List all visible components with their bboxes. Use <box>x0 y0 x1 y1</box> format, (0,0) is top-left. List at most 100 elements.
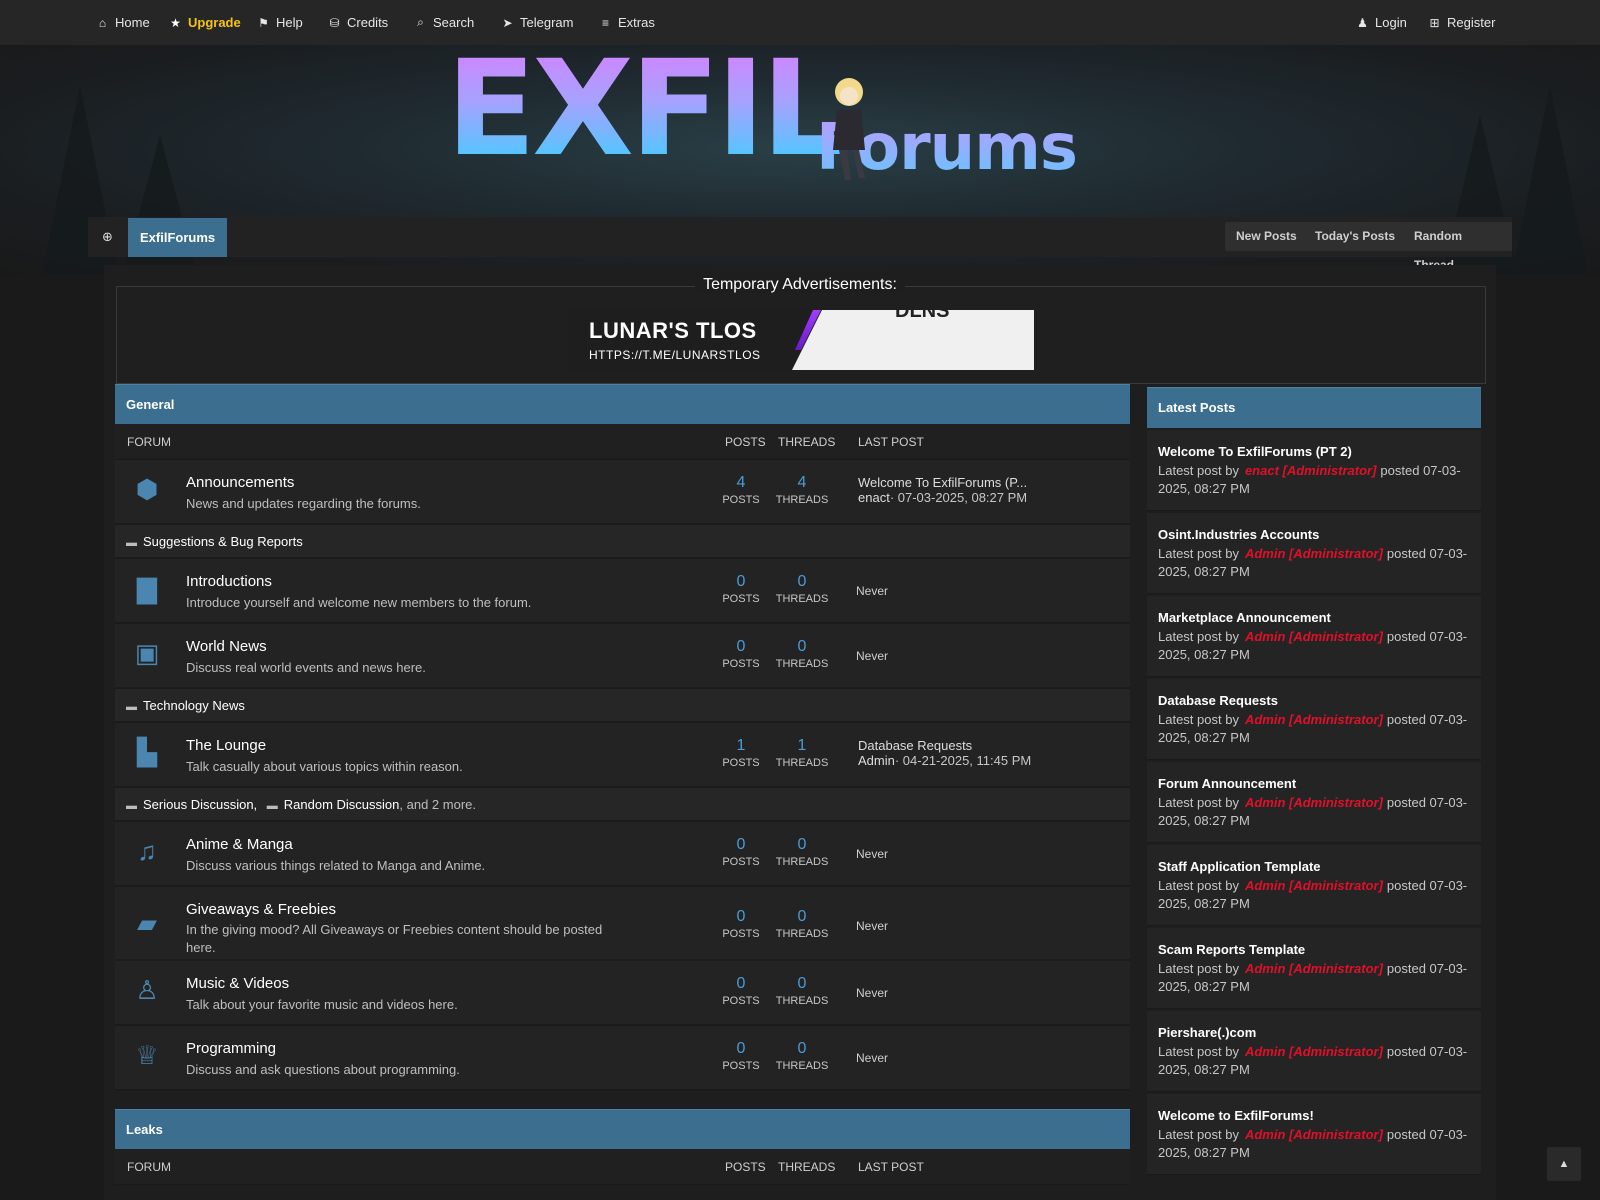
folder-icon: ▬ <box>126 800 137 812</box>
subforum-link[interactable]: Random Discussion <box>284 797 400 812</box>
latest-post-author[interactable]: Admin [Administrator] <box>1245 629 1383 644</box>
subforum-link[interactable]: Technology News <box>143 698 245 713</box>
forum-title[interactable]: Programming <box>186 1040 276 1057</box>
random-thread-button[interactable]: Random Thread <box>1403 222 1512 272</box>
latest-post-author[interactable]: Admin [Administrator] <box>1245 546 1383 561</box>
folder-icon: ▬ <box>126 701 137 713</box>
latest-post-author[interactable]: Admin [Administrator] <box>1245 1044 1383 1059</box>
latest-post-item: Osint.Industries Accounts Latest post by A… <box>1147 513 1481 594</box>
subforum-link[interactable]: Serious Discussion <box>143 797 254 812</box>
music-icon: ♫ <box>137 836 157 866</box>
last-post-link[interactable]: Welcome To ExfilForums (P... <box>858 475 1027 490</box>
threads-count[interactable]: 4 <box>772 474 832 492</box>
globe-icon[interactable]: ⊕ <box>102 229 113 245</box>
latest-posts-list: Welcome To ExfilForums (PT 2) Latest post… <box>1147 430 1481 1175</box>
latest-post-author[interactable]: Admin [Administrator] <box>1245 961 1383 976</box>
latest-post-title[interactable]: Scam Reports Template <box>1158 942 1305 957</box>
latest-post-title[interactable]: Staff Application Template <box>1158 859 1321 874</box>
forum-title[interactable]: Anime & Manga <box>186 836 293 853</box>
category-leaks[interactable]: Leaks <box>115 1109 1130 1149</box>
breadcrumb-home[interactable]: ExfilForums <box>128 218 228 257</box>
nav-upgrade[interactable]: ★ Upgrade <box>169 15 241 30</box>
latest-post-author[interactable]: enact [Administrator] <box>1245 463 1376 478</box>
nav-home[interactable]: ⌂ Home <box>96 15 150 30</box>
home-icon: ⌂ <box>98 15 107 30</box>
nav-extras[interactable]: ≡ Extras <box>599 15 655 30</box>
menu-icon: ≡ <box>601 15 609 30</box>
subforum-row: ▬ Suggestions & Bug Reports <box>115 525 1130 559</box>
last-post-user[interactable]: enact <box>858 490 890 505</box>
latest-post-title[interactable]: Database Requests <box>1158 693 1278 708</box>
latest-post-title[interactable]: Marketplace Announcement <box>1158 610 1331 625</box>
latest-post-item: Database Requests Latest post by Admin [Ad… <box>1147 679 1481 760</box>
breadcrumb-bar: ⊕ ExfilForums New Posts Today's Posts Ra… <box>88 217 1512 272</box>
couch-icon: ▙ <box>137 737 157 767</box>
posts-count[interactable]: 4 <box>711 474 771 492</box>
forum-title[interactable]: Music & Videos <box>186 975 289 992</box>
tree-silhouette <box>1510 85 1590 275</box>
category-general[interactable]: General <box>115 384 1130 424</box>
trophy-icon: ♕ <box>135 1040 159 1070</box>
latest-posts-header: Latest Posts <box>1147 387 1481 428</box>
nav-help[interactable]: ⚑ Help <box>257 15 303 30</box>
ads-title: Temporary Advertisements: <box>0 276 1600 294</box>
latest-post-author[interactable]: Admin [Administrator] <box>1245 878 1383 893</box>
forum-title[interactable]: Announcements <box>186 474 294 491</box>
nav-telegram[interactable]: ➤ Telegram <box>501 15 573 30</box>
latest-post-author[interactable]: Admin [Administrator] <box>1245 795 1383 810</box>
latest-post-author[interactable]: Admin [Administrator] <box>1245 712 1383 727</box>
forum-row-world-news: ▣ World News Discuss real world events a… <box>115 624 1130 689</box>
forum-list: General FORUM POSTS THREADS LAST POST ⬢ … <box>115 384 1130 1185</box>
forum-row-announcements: ⬢ Announcements News and updates regardi… <box>115 460 1130 525</box>
latest-posts-sidebar: Latest Posts Welcome To ExfilForums (PT … <box>1147 387 1481 1175</box>
table-header: FORUM POSTS THREADS LAST POST <box>115 424 1130 460</box>
forum-row-programming: ♕ Programming Discuss and ask questions … <box>115 1026 1130 1091</box>
scroll-top-button[interactable]: ▲ <box>1547 1147 1581 1181</box>
nav-register[interactable]: ⊞ Register <box>1428 15 1495 30</box>
subforum-link[interactable]: Suggestions & Bug Reports <box>143 534 303 549</box>
latest-post-title[interactable]: Welcome to ExfilForums! <box>1158 1108 1314 1123</box>
todays-posts-button[interactable]: Today's Posts <box>1304 222 1406 251</box>
latest-post-author[interactable]: Admin [Administrator] <box>1245 1127 1383 1142</box>
last-post-link[interactable]: Database Requests <box>858 738 972 753</box>
new-posts-button[interactable]: New Posts <box>1225 222 1308 251</box>
forum-title[interactable]: World News <box>186 638 267 655</box>
threads-count[interactable]: 1 <box>772 737 832 755</box>
plus-square-icon: ⊞ <box>1429 15 1440 30</box>
chevron-up-icon: ▲ <box>1558 1158 1570 1170</box>
telegram-icon: ➤ <box>502 15 513 30</box>
posts-count[interactable]: 1 <box>711 737 771 755</box>
latest-post-title[interactable]: Piershare(.)com <box>1158 1025 1256 1040</box>
site-logo[interactable]: EXFIL Forums <box>446 34 1166 190</box>
subforum-row: ▬ Technology News <box>115 689 1130 723</box>
nav-credits[interactable]: ⛁ Credits <box>328 15 388 30</box>
latest-post-item: Welcome To ExfilForums (PT 2) Latest post… <box>1147 430 1481 511</box>
forum-title[interactable]: Giveaways & Freebies <box>186 901 336 918</box>
last-post-user[interactable]: Admin <box>858 753 895 768</box>
forum-title[interactable]: Introductions <box>186 573 272 590</box>
nav-login[interactable]: ♟ Login <box>1356 15 1407 30</box>
forum-row-lounge: ▙ The Lounge Talk casually about various… <box>115 723 1130 788</box>
forum-row-giveaways: ▰ Giveaways & Freebies In the giving moo… <box>115 887 1130 961</box>
latest-post-item: Staff Application Template Latest post by… <box>1147 845 1481 926</box>
mascot-illustration <box>833 78 865 180</box>
latest-post-item: Piershare(.)com Latest post by Admin [Admi… <box>1147 1011 1481 1092</box>
forum-row-introductions: ▇ Introductions Introduce yourself and w… <box>115 559 1130 624</box>
forum-title[interactable]: The Lounge <box>186 737 266 754</box>
coins-icon: ⛁ <box>329 15 340 30</box>
gamepad-icon: ▰ <box>137 908 157 938</box>
nav-search[interactable]: ⌕ Search <box>414 15 474 30</box>
latest-post-title[interactable]: Osint.Industries Accounts <box>1158 527 1319 542</box>
last-post: Welcome To ExfilForums (P... enact· 07-0… <box>858 475 1028 505</box>
ad-banner[interactable]: LUNAR'S TLOS HTTPS://T.ME/LUNARSTLOS DLN… <box>567 310 1034 370</box>
forum-row-music: ♙ Music & Videos Talk about your favorit… <box>115 961 1130 1026</box>
latest-post-item: Welcome to ExfilForums! Latest post by Adm… <box>1147 1094 1481 1175</box>
latest-post-item: Forum Announcement Latest post by Admin [A… <box>1147 762 1481 843</box>
person-icon: ♙ <box>135 975 159 1005</box>
latest-post-title[interactable]: Forum Announcement <box>1158 776 1296 791</box>
table-header: FORUM POSTS THREADS LAST POST <box>115 1149 1130 1185</box>
cube-icon: ⬢ <box>135 474 159 504</box>
forum-row-anime: ♫ Anime & Manga Discuss various things r… <box>115 822 1130 887</box>
folder-icon: ▬ <box>126 537 137 549</box>
latest-post-title[interactable]: Welcome To ExfilForums (PT 2) <box>1158 444 1352 459</box>
